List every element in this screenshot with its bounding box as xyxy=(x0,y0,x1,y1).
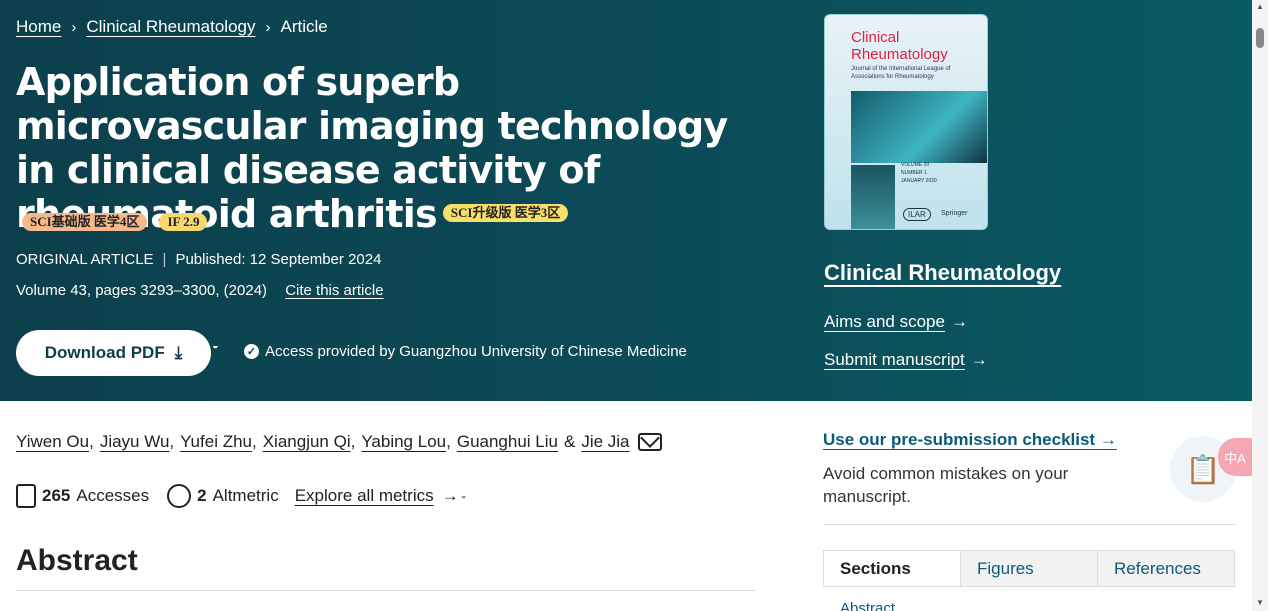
sidebar-tabs: Sections Figures References xyxy=(823,550,1235,587)
cover-number: NUMBER 1 xyxy=(901,170,927,176)
email-icon[interactable] xyxy=(637,433,662,451)
check-icon: ✓ xyxy=(244,344,259,359)
author-link[interactable]: Guanghui Liu xyxy=(457,432,558,452)
springer-logo: Springer xyxy=(941,210,968,217)
breadcrumb-journal[interactable]: Clinical Rheumatology xyxy=(86,17,255,37)
altmetric-count: 2 xyxy=(197,486,207,505)
author-separator: , xyxy=(169,432,175,451)
sci-basic-badge: SCI基础版 医学4区 xyxy=(22,213,148,231)
ranking-badges: SCI基础版 医学4区 IF 2.9 xyxy=(22,213,208,231)
scroll-up-icon[interactable]: ▲ xyxy=(1256,2,1264,11)
translate-icon[interactable]: 中A xyxy=(1218,438,1252,476)
download-pdf-button[interactable]: Download PDF ⤓ xyxy=(16,330,211,376)
article-header: Home › Clinical Rheumatology › Article A… xyxy=(0,0,1252,401)
article-metrics: 265 Accesses 2 Altmetric Explore all met… xyxy=(16,484,467,508)
accesses-label: Accesses xyxy=(76,486,150,505)
breadcrumb: Home › Clinical Rheumatology › Article xyxy=(16,17,328,37)
article-type: ORIGINAL ARTICLE xyxy=(16,251,154,268)
arrow-right-icon: → xyxy=(970,350,988,369)
author-link[interactable]: Yufei Zhu xyxy=(180,432,252,452)
checklist-label: Use our pre-submission checklist xyxy=(823,430,1096,449)
meta-divider: | xyxy=(162,251,167,268)
download-pdf-label: Download PDF xyxy=(44,343,165,362)
abstract-heading: Abstract xyxy=(16,544,138,577)
cover-image-small xyxy=(851,165,895,229)
author-ampersand: & xyxy=(563,432,576,451)
explore-metrics-link[interactable]: Explore all metrics xyxy=(295,486,434,506)
cover-image xyxy=(851,91,987,163)
download-icon: ⤓ xyxy=(174,343,183,362)
author-link[interactable]: Jie Jia xyxy=(581,432,629,452)
author-link[interactable]: Yabing Lou xyxy=(361,432,446,452)
impact-factor-badge: IF 2.9 xyxy=(159,213,208,231)
tab-figures[interactable]: Figures xyxy=(960,551,1097,586)
page-scrollbar[interactable]: ▲ ▼ xyxy=(1252,0,1268,611)
author-link[interactable]: Yiwen Ou xyxy=(16,432,89,452)
author-separator: , xyxy=(446,432,451,451)
abstract-divider xyxy=(16,590,756,591)
author-link[interactable]: Xiangjun Qi xyxy=(263,432,351,452)
arrow-right-icon: → xyxy=(441,486,459,505)
article-meta: ORIGINAL ARTICLE | Published: 12 Septemb… xyxy=(16,251,381,268)
accesses-icon xyxy=(16,484,36,508)
journal-cover[interactable]: Clinical Rheumatology Journal of the Inte… xyxy=(824,14,988,230)
cite-link[interactable]: Cite this article xyxy=(285,282,383,299)
article-volume-line: Volume 43, pages 3293–3300, (2024) Cite … xyxy=(16,282,384,299)
ilar-logo: ILAR xyxy=(903,208,931,221)
cover-title-line1: Clinical xyxy=(851,29,900,46)
volume-info: Volume 43, pages 3293–3300, (2024) xyxy=(16,282,268,299)
sidebar-divider xyxy=(823,524,1236,525)
breadcrumb-separator: › xyxy=(265,18,271,36)
extension-icon[interactable]: ◒ xyxy=(461,491,467,502)
published-date: Published: 12 September 2024 xyxy=(175,251,382,268)
tab-sections[interactable]: Sections xyxy=(824,551,960,586)
submit-manuscript-label: Submit manuscript xyxy=(824,350,965,369)
access-text: Access provided by Guangzhou University … xyxy=(265,343,687,360)
checklist-link[interactable]: Use our pre-submission checklist → xyxy=(823,430,1117,450)
author-link[interactable]: Jiayu Wu xyxy=(100,432,170,452)
cover-title-line2: Rheumatology xyxy=(851,46,948,63)
author-separator: , xyxy=(89,432,94,451)
article-title-text: Application of superb microvascular imag… xyxy=(16,60,728,236)
aims-scope-label: Aims and scope xyxy=(824,312,945,331)
breadcrumb-current: Article xyxy=(280,17,328,36)
tab-references[interactable]: References xyxy=(1097,551,1234,586)
scroll-down-icon[interactable]: ▼ xyxy=(1256,598,1264,607)
author-separator: , xyxy=(251,432,257,451)
extension-icon[interactable]: ◒ xyxy=(212,340,219,352)
scrollbar-thumb[interactable] xyxy=(1256,28,1264,48)
author-list: Yiwen Ou, Jiayu Wu, Yufei Zhu, Xiangjun … xyxy=(16,432,662,452)
access-info: ✓ Access provided by Guangzhou Universit… xyxy=(244,343,687,360)
cover-title: Clinical Rheumatology xyxy=(851,29,948,63)
author-separator: , xyxy=(350,432,356,451)
accesses-count: 265 xyxy=(42,486,71,505)
article-title: Application of superb microvascular imag… xyxy=(16,60,736,236)
arrow-right-icon: → xyxy=(1099,430,1117,449)
breadcrumb-home[interactable]: Home xyxy=(16,17,61,37)
sci-upgrade-badge: SCI升级版 医学3区 xyxy=(442,203,569,222)
aims-scope-link[interactable]: Aims and scope → xyxy=(824,312,968,332)
submit-manuscript-link[interactable]: Submit manuscript → xyxy=(824,350,988,370)
sections-list-item[interactable]: Abstract xyxy=(840,600,895,611)
breadcrumb-separator: › xyxy=(71,18,77,36)
journal-link[interactable]: Clinical Rheumatology xyxy=(824,260,1061,286)
cover-date: JANUARY 2020 xyxy=(901,178,937,184)
altmetric-label: Altmetric xyxy=(212,486,279,505)
cover-subtitle: Journal of the International League of A… xyxy=(851,66,951,80)
altmetric-icon xyxy=(167,484,192,508)
cover-volume: VOLUME 39 xyxy=(901,162,930,168)
checklist-description: Avoid common mistakes on your manuscript… xyxy=(823,464,1069,506)
arrow-right-icon: → xyxy=(950,312,968,331)
cover-issue: VOLUME 39 NUMBER 1 JANUARY 2020 xyxy=(901,161,937,185)
